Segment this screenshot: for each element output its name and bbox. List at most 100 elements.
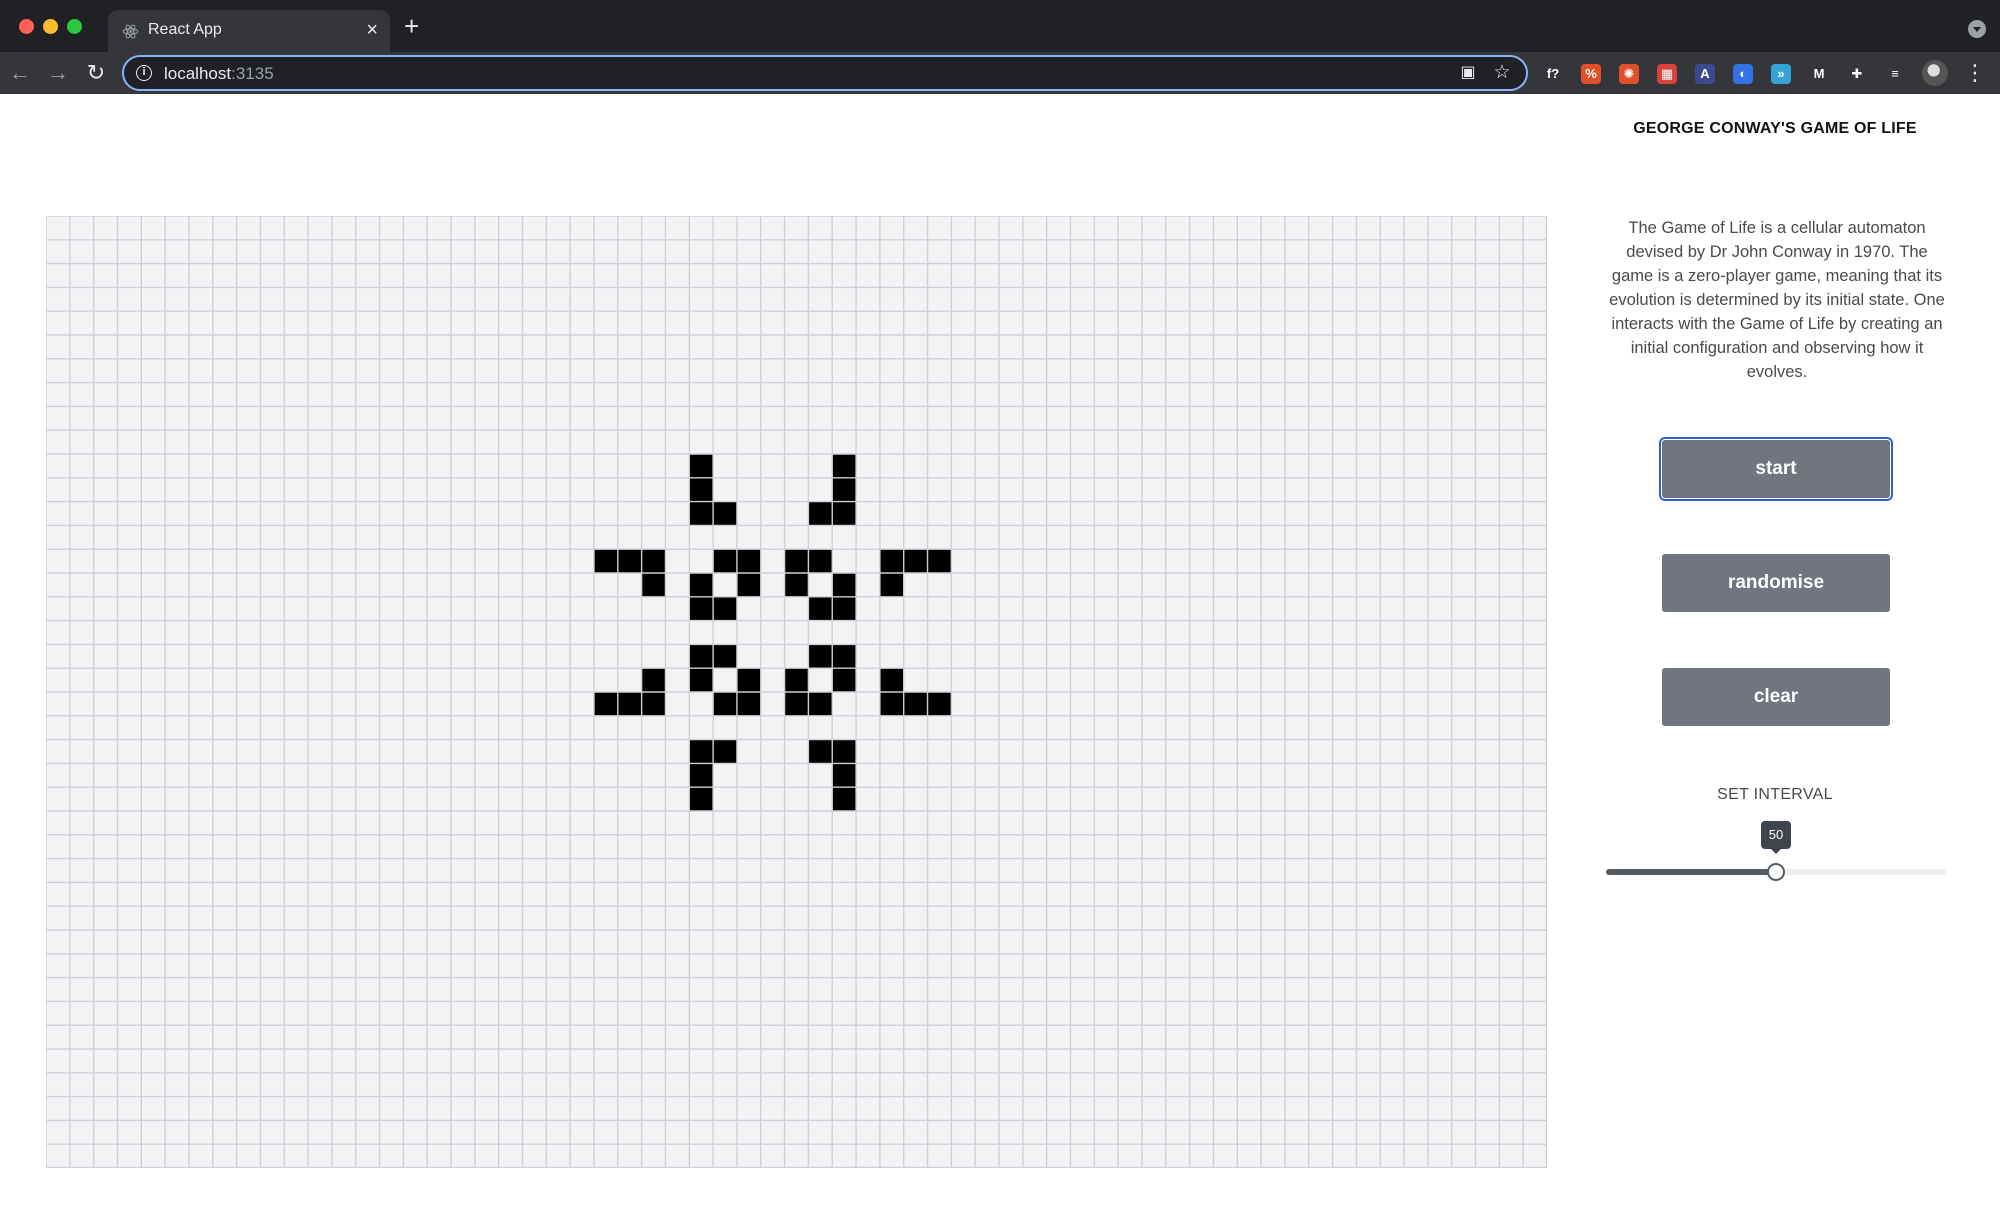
live-cell[interactable] bbox=[879, 692, 904, 716]
live-cell[interactable] bbox=[832, 668, 857, 692]
live-cell[interactable] bbox=[689, 573, 714, 597]
live-cell[interactable] bbox=[808, 549, 833, 573]
live-cell[interactable] bbox=[832, 739, 857, 764]
site-info-icon[interactable]: i bbox=[136, 65, 152, 81]
live-cell[interactable] bbox=[832, 644, 857, 669]
new-tab-button[interactable]: + bbox=[404, 13, 419, 39]
live-cell[interactable] bbox=[832, 477, 857, 502]
live-cell[interactable] bbox=[736, 573, 761, 597]
live-cell[interactable] bbox=[689, 668, 714, 692]
live-cell[interactable] bbox=[689, 787, 714, 811]
game-grid[interactable] bbox=[46, 216, 1547, 1168]
live-cell[interactable] bbox=[689, 739, 714, 764]
calendar-extension-icon[interactable]: ▦ bbox=[1657, 64, 1677, 84]
live-cell[interactable] bbox=[689, 644, 714, 669]
letter-a-extension-icon[interactable]: A bbox=[1695, 64, 1715, 84]
browser-toolbar: ← → ↻ i localhost:3135 ▣ ☆ f?% ✺ ▦ A ◐ » M ✚ ≡ ⋮ bbox=[0, 52, 2000, 94]
tab-title: React App bbox=[148, 21, 222, 38]
live-cell[interactable] bbox=[808, 739, 833, 764]
live-cell[interactable] bbox=[784, 692, 809, 716]
live-cell[interactable] bbox=[593, 549, 618, 573]
chevron-extension-icon[interactable]: » bbox=[1771, 64, 1791, 84]
swirl-extension-icon[interactable]: ✺ bbox=[1619, 64, 1639, 84]
reading-list-icon[interactable]: ≡ bbox=[1885, 64, 1905, 84]
interval-label: SET INTERVAL bbox=[1717, 786, 1833, 803]
live-cell[interactable] bbox=[617, 692, 642, 716]
url-text[interactable]: localhost:3135 bbox=[164, 64, 274, 84]
live-cell[interactable] bbox=[689, 477, 714, 502]
live-cell[interactable] bbox=[689, 454, 714, 478]
live-cell[interactable] bbox=[641, 549, 666, 573]
tab-search-button[interactable] bbox=[1968, 20, 1986, 38]
browser-menu-icon[interactable]: ⋮ bbox=[1964, 60, 1986, 86]
live-cell[interactable] bbox=[617, 549, 642, 573]
live-cell[interactable] bbox=[808, 692, 833, 716]
slider-thumb[interactable] bbox=[1767, 863, 1785, 881]
live-cell[interactable] bbox=[832, 787, 857, 811]
live-cell[interactable] bbox=[808, 596, 833, 621]
live-cell[interactable] bbox=[879, 549, 904, 573]
live-cell[interactable] bbox=[927, 692, 952, 716]
live-cell[interactable] bbox=[879, 668, 904, 692]
live-cell[interactable] bbox=[832, 454, 857, 478]
live-cell[interactable] bbox=[903, 692, 928, 716]
live-cell[interactable] bbox=[641, 668, 666, 692]
formula-extension-icon[interactable]: f? bbox=[1543, 64, 1563, 84]
live-cell[interactable] bbox=[713, 692, 737, 716]
live-cell[interactable] bbox=[689, 596, 714, 621]
live-cell[interactable] bbox=[689, 501, 714, 526]
live-cell[interactable] bbox=[593, 692, 618, 716]
control-panel: GEORGE CONWAY'S GAME OF LIFE The Game of… bbox=[1600, 94, 1950, 1221]
live-cell[interactable] bbox=[784, 549, 809, 573]
browser-tab-react-app[interactable]: React App × bbox=[108, 10, 390, 52]
blue-circle-extension-icon[interactable]: ◐ bbox=[1733, 64, 1753, 84]
live-cell[interactable] bbox=[713, 596, 737, 621]
live-cell[interactable] bbox=[713, 549, 737, 573]
live-cell[interactable] bbox=[808, 501, 833, 526]
bookmark-star-icon[interactable]: ☆ bbox=[1490, 61, 1514, 85]
live-cell[interactable] bbox=[832, 501, 857, 526]
back-arrow-icon[interactable]: ← bbox=[5, 58, 35, 88]
live-cell[interactable] bbox=[641, 573, 666, 597]
randomise-button[interactable]: randomise bbox=[1662, 554, 1890, 612]
live-cell[interactable] bbox=[736, 668, 761, 692]
live-cell[interactable] bbox=[903, 549, 928, 573]
address-bar[interactable]: i localhost:3135 ▣ ☆ bbox=[122, 55, 1528, 91]
browser-title-bar: React App × + bbox=[0, 0, 2000, 52]
clear-button[interactable]: clear bbox=[1662, 668, 1890, 726]
live-cell[interactable] bbox=[713, 739, 737, 764]
live-cell[interactable] bbox=[689, 763, 714, 788]
live-cell[interactable] bbox=[736, 692, 761, 716]
puzzle-extension-icon[interactable]: ✚ bbox=[1847, 64, 1867, 84]
qr-code-icon[interactable]: ▣ bbox=[1456, 61, 1480, 85]
forward-arrow-icon[interactable]: → bbox=[43, 58, 73, 88]
url-host: localhost bbox=[164, 64, 232, 83]
live-cell[interactable] bbox=[713, 644, 737, 669]
medium-extension-icon[interactable]: M bbox=[1809, 64, 1829, 84]
live-cell[interactable] bbox=[784, 668, 809, 692]
start-button[interactable]: start bbox=[1659, 437, 1893, 501]
live-cell[interactable] bbox=[713, 501, 737, 526]
tab-close-icon[interactable]: × bbox=[366, 19, 378, 41]
slider-value-tooltip: 50 bbox=[1761, 821, 1791, 854]
page-title: GEORGE CONWAY'S GAME OF LIFE bbox=[1633, 120, 1917, 137]
reload-icon[interactable]: ↻ bbox=[81, 58, 111, 88]
live-cell[interactable] bbox=[832, 596, 857, 621]
window-zoom-button[interactable] bbox=[67, 19, 82, 34]
live-cell[interactable] bbox=[832, 763, 857, 788]
interval-slider[interactable]: 50 bbox=[1606, 821, 1946, 883]
percent-extension-icon[interactable]: % bbox=[1581, 64, 1601, 84]
page-content: GEORGE CONWAY'S GAME OF LIFE The Game of… bbox=[0, 94, 2000, 1221]
window-minimize-button[interactable] bbox=[43, 19, 58, 34]
profile-avatar[interactable] bbox=[1922, 60, 1948, 86]
live-cell[interactable] bbox=[927, 549, 952, 573]
live-cell[interactable] bbox=[832, 573, 857, 597]
game-grid-canvas[interactable] bbox=[46, 216, 1547, 1168]
live-cell[interactable] bbox=[736, 549, 761, 573]
live-cell[interactable] bbox=[784, 573, 809, 597]
live-cell[interactable] bbox=[808, 644, 833, 669]
url-port: :3135 bbox=[231, 64, 274, 83]
window-close-button[interactable] bbox=[19, 19, 34, 34]
live-cell[interactable] bbox=[641, 692, 666, 716]
live-cell[interactable] bbox=[879, 573, 904, 597]
